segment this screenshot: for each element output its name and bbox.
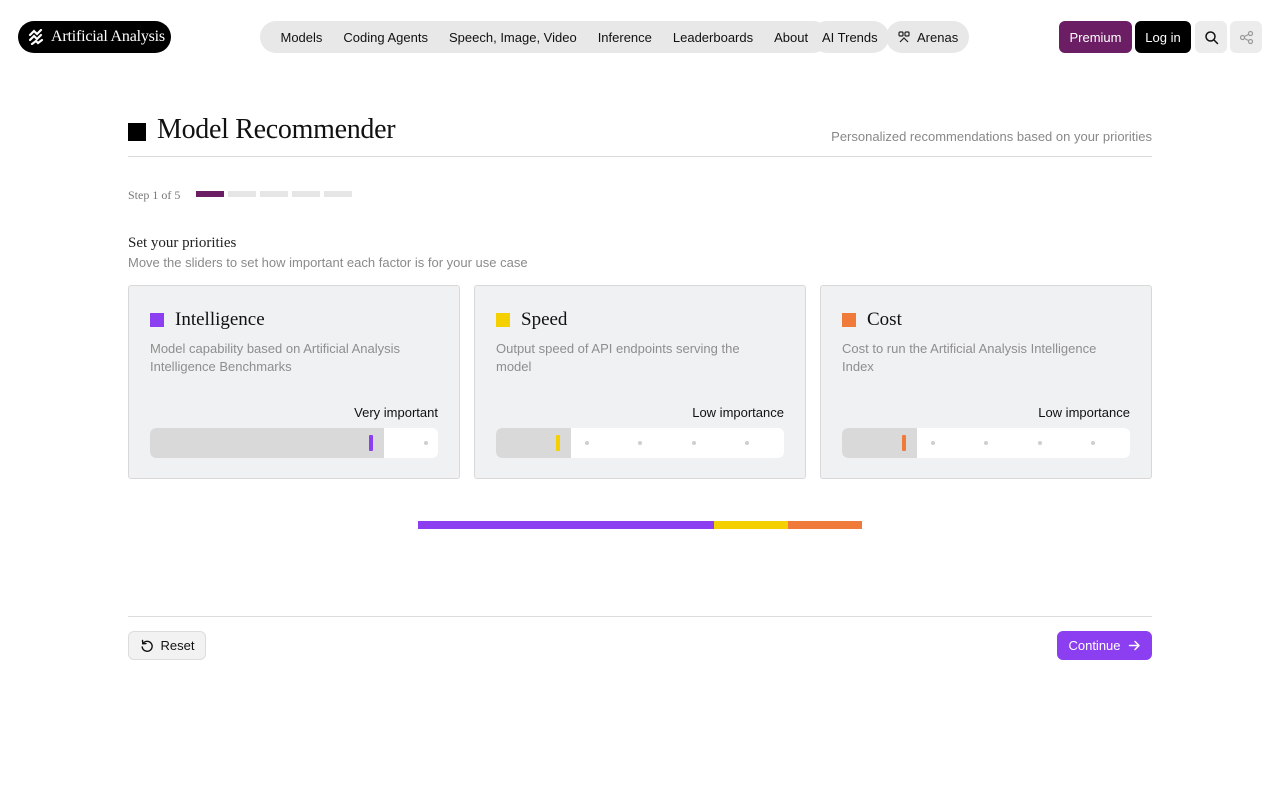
page-title: Model Recommender <box>157 114 396 145</box>
nav-item-inference[interactable]: Inference <box>587 30 662 45</box>
nav-item-ai-trends[interactable]: AI Trends <box>811 21 889 53</box>
page-subtitle: Personalized recommendations based on yo… <box>831 129 1152 144</box>
premium-button[interactable]: Premium <box>1059 21 1132 53</box>
top-navigation: Artificial Analysis Models Coding Agents… <box>0 0 1280 74</box>
reset-icon <box>141 639 153 652</box>
section-title: Set your priorities <box>128 235 237 251</box>
arrow-right-icon <box>1128 640 1140 651</box>
importance-level: Low importance <box>1038 405 1130 420</box>
importance-level: Very important <box>354 405 438 420</box>
login-button[interactable]: Log in <box>1135 21 1191 53</box>
slider-fill <box>150 428 384 458</box>
slider-step-dot <box>691 441 696 445</box>
continue-label: Continue <box>1068 638 1121 653</box>
slider-step-dot <box>584 441 589 445</box>
nav-item-models[interactable]: Models <box>270 30 333 45</box>
card-title: Intelligence <box>175 309 265 330</box>
main-nav: Models Coding Agents Speech, Image, Vide… <box>260 21 829 53</box>
slider-thumb[interactable] <box>902 435 906 451</box>
card-description: Cost to run the Artificial Analysis Inte… <box>842 341 1097 374</box>
step-bar-5 <box>324 191 352 197</box>
step-bar-1 <box>196 191 224 197</box>
step-indicator-label: Step 1 of 5 <box>128 188 181 202</box>
importance-level: Low importance <box>692 405 784 420</box>
search-button[interactable] <box>1195 21 1227 53</box>
slider-thumb[interactable] <box>369 435 373 451</box>
priority-card-speed: Speed Output speed of API endpoints serv… <box>474 285 806 479</box>
intelligence-slider[interactable] <box>150 428 438 458</box>
title-square-icon <box>128 123 146 141</box>
priority-card-cost: Cost Cost to run the Artificial Analysis… <box>820 285 1152 479</box>
distribution-segment-intelligence <box>418 521 714 529</box>
section-subtitle: Move the sliders to set how important ea… <box>128 255 528 270</box>
priority-card-intelligence: Intelligence Model capability based on A… <box>128 285 460 479</box>
slider-step-dot <box>745 441 749 445</box>
footer-divider <box>128 616 1152 617</box>
cost-swatch-icon <box>842 313 856 327</box>
card-description: Model capability based on Artificial Ana… <box>150 341 401 374</box>
priority-distribution-bar <box>418 521 862 529</box>
slider-thumb[interactable] <box>556 435 560 451</box>
speed-swatch-icon <box>496 313 510 327</box>
reset-button[interactable]: Reset <box>128 631 206 660</box>
search-icon <box>1204 30 1218 44</box>
slider-step-dot <box>984 441 988 445</box>
reset-label: Reset <box>160 638 195 653</box>
page-header: Model Recommender Personalized recommend… <box>128 114 1152 157</box>
nav-item-leaderboards[interactable]: Leaderboards <box>662 30 763 45</box>
cost-slider[interactable] <box>842 428 1130 458</box>
step-progress <box>196 191 352 197</box>
slider-step-dot <box>1037 441 1042 445</box>
arena-icon <box>898 31 910 43</box>
share-button[interactable] <box>1230 21 1262 53</box>
step-bar-2 <box>228 191 256 197</box>
distribution-segment-speed <box>713 521 788 529</box>
share-icon <box>1239 30 1253 44</box>
slider-step-dot <box>424 441 428 445</box>
slider-step-dot <box>638 441 642 445</box>
speed-slider[interactable] <box>496 428 784 458</box>
brand-name: Artificial Analysis <box>51 28 165 45</box>
step-bar-3 <box>260 191 288 197</box>
step-bar-4 <box>292 191 320 197</box>
slider-step-dot <box>1091 441 1095 445</box>
brand-mark-icon <box>28 29 44 45</box>
ai-trends-label: AI Trends <box>822 29 878 45</box>
nav-item-arenas[interactable]: Arenas <box>886 21 970 53</box>
distribution-segment-cost <box>787 521 862 529</box>
brand-logo[interactable]: Artificial Analysis <box>18 21 171 53</box>
continue-button[interactable]: Continue <box>1057 631 1152 660</box>
nav-item-coding-agents[interactable]: Coding Agents <box>333 30 439 45</box>
slider-step-dot <box>930 441 935 445</box>
arenas-label: Arenas <box>917 29 959 45</box>
card-title: Speed <box>521 309 568 330</box>
intelligence-swatch-icon <box>150 313 164 327</box>
nav-item-speech-image-video[interactable]: Speech, Image, Video <box>439 30 588 45</box>
card-title: Cost <box>867 309 902 330</box>
card-description: Output speed of API endpoints serving th… <box>496 341 740 374</box>
